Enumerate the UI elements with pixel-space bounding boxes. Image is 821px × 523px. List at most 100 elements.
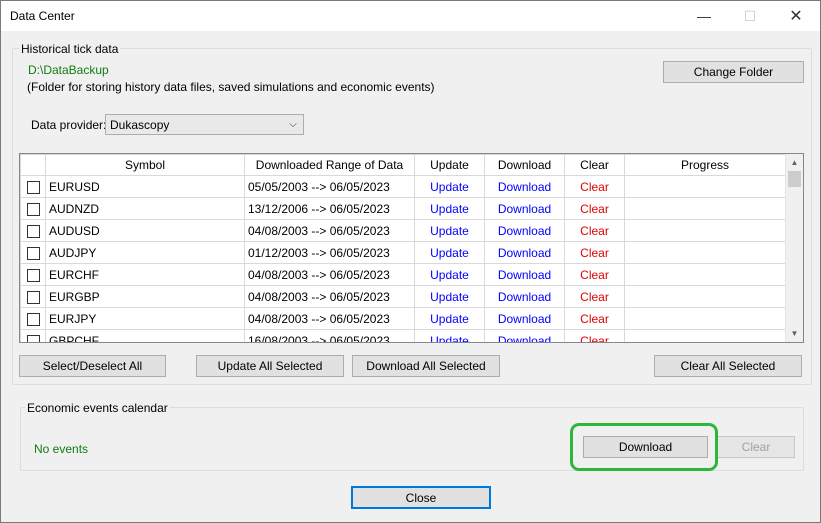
row-checkbox[interactable] — [26, 202, 40, 216]
row-checkbox[interactable] — [26, 312, 40, 326]
row-range: 04/08/2003 --> 06/05/2023 — [244, 307, 415, 330]
economic-clear-button: Clear — [717, 436, 795, 458]
close-button[interactable]: Close — [351, 486, 491, 509]
table-row: EURUSD 05/05/2003 --> 06/05/2023 Update Dow… — [20, 175, 786, 198]
row-checkbox[interactable] — [26, 246, 40, 260]
data-provider-select[interactable]: Dukascopy ⌵ — [105, 114, 304, 135]
row-range: 05/05/2003 --> 06/05/2023 — [244, 175, 415, 198]
row-progress — [624, 307, 786, 330]
row-checkbox-cell — [20, 285, 46, 308]
row-symbol: EURJPY — [45, 307, 245, 330]
row-checkbox[interactable] — [26, 180, 40, 194]
title-bar: Data Center — ☐ ✕ — [1, 1, 820, 31]
table-row: EURCHF 04/08/2003 --> 06/05/2023 Update Dow… — [20, 263, 786, 286]
row-checkbox-cell — [20, 263, 46, 286]
data-provider-value: Dukascopy — [110, 117, 170, 132]
header-symbol[interactable]: Symbol — [45, 154, 245, 176]
row-update-link[interactable]: Update — [414, 285, 485, 308]
scroll-thumb[interactable] — [788, 171, 801, 187]
row-download-link[interactable]: Download — [484, 329, 565, 342]
row-checkbox-cell — [20, 175, 46, 198]
row-download-link[interactable]: Download — [484, 219, 565, 242]
header-select — [20, 154, 46, 176]
row-clear-link[interactable]: Clear — [564, 219, 625, 242]
economic-events-label: Economic events calendar — [25, 401, 170, 415]
row-checkbox-cell — [20, 307, 46, 330]
header-clear[interactable]: Clear — [564, 154, 625, 176]
row-download-link[interactable]: Download — [484, 241, 565, 264]
row-range: 16/08/2003 --> 06/05/2023 — [244, 329, 415, 342]
table-row: GBPCHF 16/08/2003 --> 06/05/2023 Update Dow… — [20, 329, 786, 342]
row-clear-link[interactable]: Clear — [564, 329, 625, 342]
table-row: EURJPY 04/08/2003 --> 06/05/2023 Update Dow… — [20, 307, 786, 330]
row-symbol: GBPCHF — [45, 329, 245, 342]
row-checkbox-cell — [20, 241, 46, 264]
row-checkbox[interactable] — [26, 334, 40, 342]
minimize-icon[interactable]: — — [681, 1, 727, 31]
row-symbol: EURGBP — [45, 285, 245, 308]
row-range: 04/08/2003 --> 06/05/2023 — [244, 219, 415, 242]
download-highlight-annotation — [570, 423, 718, 471]
table-row: EURGBP 04/08/2003 --> 06/05/2023 Update Dow… — [20, 285, 786, 308]
scroll-down-icon[interactable]: ▼ — [786, 325, 803, 342]
row-progress — [624, 219, 786, 242]
row-update-link[interactable]: Update — [414, 307, 485, 330]
row-checkbox[interactable] — [26, 224, 40, 238]
header-update[interactable]: Update — [414, 154, 485, 176]
row-clear-link[interactable]: Clear — [564, 263, 625, 286]
scroll-up-icon[interactable]: ▲ — [786, 154, 803, 171]
row-update-link[interactable]: Update — [414, 197, 485, 220]
row-range: 04/08/2003 --> 06/05/2023 — [244, 285, 415, 308]
data-center-window: Data Center — ☐ ✕ Historical tick data D… — [0, 0, 821, 523]
row-progress — [624, 285, 786, 308]
row-update-link[interactable]: Update — [414, 219, 485, 242]
maximize-icon[interactable]: ☐ — [727, 1, 773, 31]
row-update-link[interactable]: Update — [414, 263, 485, 286]
row-download-link[interactable]: Download — [484, 285, 565, 308]
row-download-link[interactable]: Download — [484, 197, 565, 220]
table-row: AUDNZD 13/12/2006 --> 06/05/2023 Update Dow… — [20, 197, 786, 220]
row-clear-link[interactable]: Clear — [564, 175, 625, 198]
window-title: Data Center — [10, 9, 75, 23]
row-checkbox[interactable] — [26, 268, 40, 282]
change-folder-button[interactable]: Change Folder — [663, 61, 804, 83]
row-clear-link[interactable]: Clear — [564, 307, 625, 330]
row-symbol: AUDUSD — [45, 219, 245, 242]
row-checkbox[interactable] — [26, 290, 40, 304]
header-range[interactable]: Downloaded Range of Data — [244, 154, 415, 176]
row-download-link[interactable]: Download — [484, 307, 565, 330]
row-symbol: EURUSD — [45, 175, 245, 198]
row-clear-link[interactable]: Clear — [564, 197, 625, 220]
row-range: 01/12/2003 --> 06/05/2023 — [244, 241, 415, 264]
header-progress[interactable]: Progress — [624, 154, 786, 176]
folder-note: (Folder for storing history data files, … — [27, 80, 435, 94]
row-symbol: EURCHF — [45, 263, 245, 286]
table-scrollbar[interactable]: ▲ ▼ — [785, 154, 803, 342]
row-range: 13/12/2006 --> 06/05/2023 — [244, 197, 415, 220]
data-provider-label: Data provider: — [31, 118, 107, 132]
economic-status: No events — [34, 442, 89, 456]
chevron-down-icon: ⌵ — [289, 119, 297, 130]
row-update-link[interactable]: Update — [414, 175, 485, 198]
row-symbol: AUDNZD — [45, 197, 245, 220]
select-deselect-all-button[interactable]: Select/Deselect All — [19, 355, 166, 377]
row-progress — [624, 175, 786, 198]
row-progress — [624, 241, 786, 264]
row-download-link[interactable]: Download — [484, 263, 565, 286]
download-all-selected-button[interactable]: Download All Selected — [352, 355, 500, 377]
row-update-link[interactable]: Update — [414, 241, 485, 264]
row-symbol: AUDJPY — [45, 241, 245, 264]
table-row: AUDJPY 01/12/2003 --> 06/05/2023 Update Dow… — [20, 241, 786, 264]
row-download-link[interactable]: Download — [484, 175, 565, 198]
row-progress — [624, 197, 786, 220]
row-progress — [624, 263, 786, 286]
row-clear-link[interactable]: Clear — [564, 285, 625, 308]
row-clear-link[interactable]: Clear — [564, 241, 625, 264]
clear-all-selected-button[interactable]: Clear All Selected — [654, 355, 802, 377]
header-download[interactable]: Download — [484, 154, 565, 176]
row-progress — [624, 329, 786, 342]
row-update-link[interactable]: Update — [414, 329, 485, 342]
row-range: 04/08/2003 --> 06/05/2023 — [244, 263, 415, 286]
close-icon[interactable]: ✕ — [773, 1, 819, 31]
update-all-selected-button[interactable]: Update All Selected — [196, 355, 344, 377]
